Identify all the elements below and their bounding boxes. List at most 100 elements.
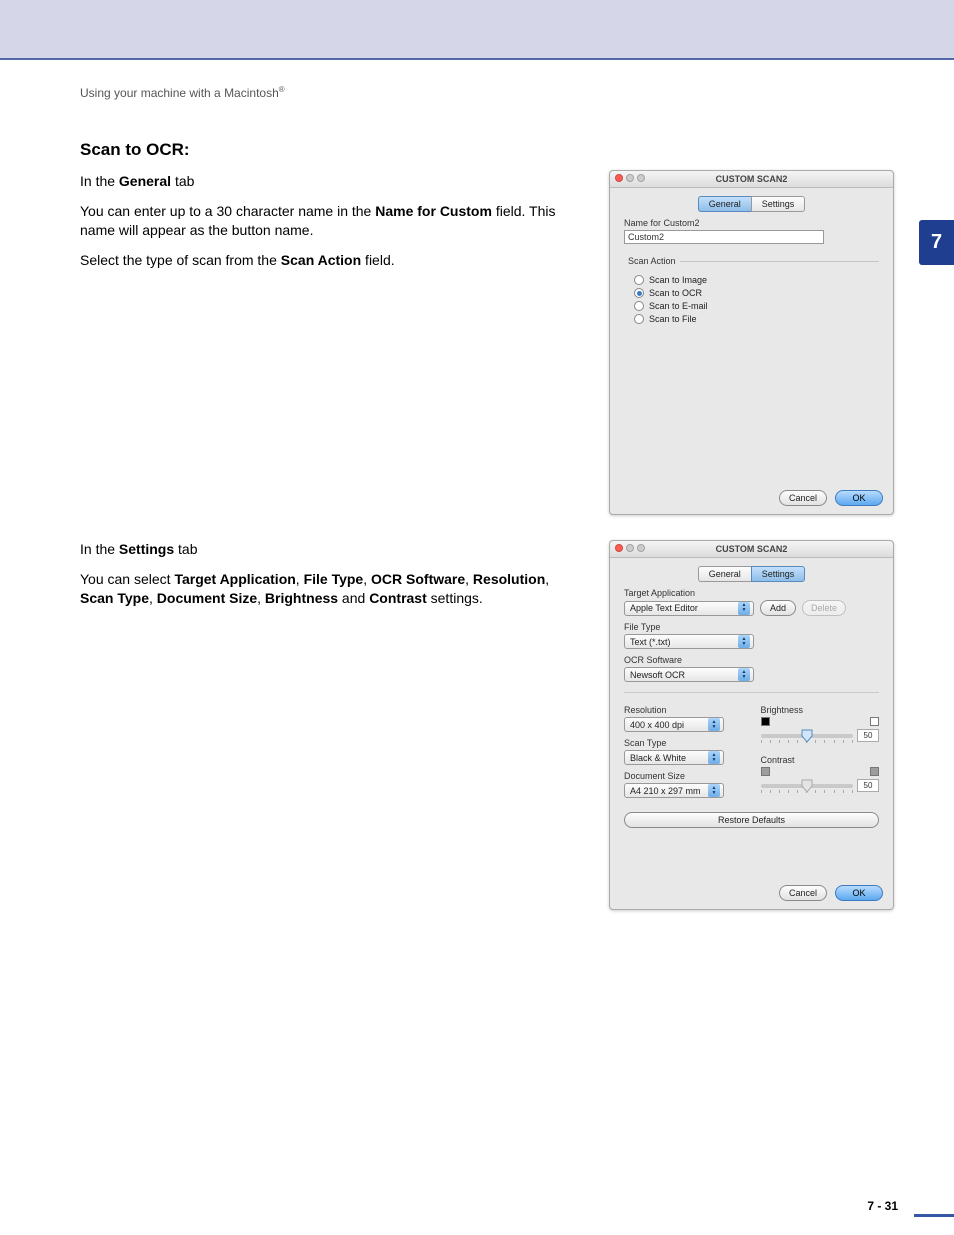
txt: , — [257, 590, 265, 606]
txt-bold: Settings — [119, 541, 174, 557]
para-settings-list: You can select Target Application, File … — [80, 570, 580, 609]
radio-icon — [634, 288, 644, 298]
page-number: 7 - 31 — [867, 1199, 898, 1213]
select-document-size[interactable]: A4 210 x 297 mm ▲▼ — [624, 783, 724, 798]
txt: You can enter up to a 30 character name … — [80, 203, 375, 219]
label-ocr-software: OCR Software — [624, 655, 879, 665]
tab-general[interactable]: General — [698, 196, 751, 212]
input-name-for-custom[interactable]: Custom2 — [624, 230, 824, 244]
txt: field. — [361, 252, 394, 268]
low-contrast-icon — [761, 767, 770, 776]
select-resolution[interactable]: 400 x 400 dpi ▲▼ — [624, 717, 724, 732]
minimize-icon — [626, 544, 634, 552]
txt: , — [545, 571, 549, 587]
select-value: A4 210 x 297 mm — [630, 786, 701, 796]
para-scan-action: Select the type of scan from the Scan Ac… — [80, 251, 580, 271]
txt: In the — [80, 541, 119, 557]
close-icon[interactable] — [615, 174, 623, 182]
tab-settings[interactable]: Settings — [751, 566, 806, 582]
bold: Contrast — [369, 590, 427, 606]
select-target-application[interactable]: Apple Text Editor ▲▼ — [624, 601, 754, 616]
label-document-size: Document Size — [624, 771, 743, 781]
button-row: Cancel OK — [779, 490, 883, 506]
ok-button[interactable]: OK — [835, 885, 883, 901]
txt: , — [363, 571, 371, 587]
tab-settings[interactable]: Settings — [751, 196, 806, 212]
zoom-icon — [637, 174, 645, 182]
running-header: Using your machine with a Macintosh® — [80, 85, 285, 100]
zoom-icon — [637, 544, 645, 552]
radio-label: Scan to File — [649, 314, 697, 324]
fieldset-scan-action: Scan Action Scan to Image Scan to OCR Sc… — [624, 256, 879, 327]
txt: Select the type of scan from the — [80, 252, 281, 268]
window-title: CUSTOM SCAN2 — [716, 544, 788, 554]
label-name-for-custom: Name for Custom2 — [624, 218, 879, 228]
txt: tab — [171, 173, 194, 189]
slider-thumb-icon — [801, 729, 813, 743]
dialog-custom-scan-settings: CUSTOM SCAN2 General Settings Target App… — [609, 540, 894, 910]
label-target-application: Target Application — [624, 588, 879, 598]
bold: Scan Type — [80, 590, 149, 606]
select-ocr-software[interactable]: Newsoft OCR ▲▼ — [624, 667, 754, 682]
footer-accent — [914, 1214, 954, 1217]
txt-bold: Scan Action — [281, 252, 361, 268]
select-scan-type[interactable]: Black & White ▲▼ — [624, 750, 724, 765]
window-title: CUSTOM SCAN2 — [716, 174, 788, 184]
updown-icon: ▲▼ — [708, 784, 720, 797]
close-icon[interactable] — [615, 544, 623, 552]
content-block-2: In the Settings tab You can select Targe… — [80, 540, 580, 619]
updown-icon: ▲▼ — [738, 602, 750, 615]
brightness-value[interactable]: 50 — [857, 729, 879, 742]
txt-bold: Name for Custom — [375, 203, 492, 219]
section-title: Scan to OCR: — [80, 140, 580, 160]
restore-defaults-button[interactable]: Restore Defaults — [624, 812, 879, 828]
running-header-text: Using your machine with a Macintosh — [80, 86, 279, 100]
radio-label: Scan to Image — [649, 275, 707, 285]
radio-icon — [634, 301, 644, 311]
radio-scan-to-ocr[interactable]: Scan to OCR — [634, 288, 879, 298]
txt: , — [149, 590, 157, 606]
label-resolution: Resolution — [624, 705, 743, 715]
legend-scan-action: Scan Action — [624, 256, 680, 266]
cancel-button[interactable]: Cancel — [779, 885, 827, 901]
para-name-for-custom: You can enter up to a 30 character name … — [80, 202, 580, 241]
bold: Brightness — [265, 590, 338, 606]
cancel-button[interactable]: Cancel — [779, 490, 827, 506]
radio-scan-to-file[interactable]: Scan to File — [634, 314, 879, 324]
radio-label: Scan to E-mail — [649, 301, 708, 311]
contrast-slider[interactable] — [761, 784, 854, 788]
delete-button: Delete — [802, 600, 846, 616]
add-button[interactable]: Add — [760, 600, 796, 616]
label-contrast: Contrast — [761, 755, 880, 765]
ok-button[interactable]: OK — [835, 490, 883, 506]
txt: You can select — [80, 571, 174, 587]
right-column: Brightness 50 C — [761, 699, 880, 798]
contrast-value[interactable]: 50 — [857, 779, 879, 792]
window-controls — [615, 174, 645, 182]
top-band — [0, 0, 954, 60]
label-file-type: File Type — [624, 622, 879, 632]
updown-icon: ▲▼ — [708, 718, 720, 731]
updown-icon: ▲▼ — [708, 751, 720, 764]
tab-general[interactable]: General — [698, 566, 751, 582]
button-row: Cancel OK — [779, 885, 883, 901]
select-file-type[interactable]: Text (*.txt) ▲▼ — [624, 634, 754, 649]
select-value: 400 x 400 dpi — [630, 720, 684, 730]
bold: File Type — [304, 571, 364, 587]
minimize-icon — [626, 174, 634, 182]
window-controls — [615, 544, 645, 552]
radio-scan-to-image[interactable]: Scan to Image — [634, 275, 879, 285]
select-value: Newsoft OCR — [630, 670, 685, 680]
divider — [624, 692, 879, 693]
titlebar: CUSTOM SCAN2 — [610, 541, 893, 558]
radio-scan-to-email[interactable]: Scan to E-mail — [634, 301, 879, 311]
label-brightness: Brightness — [761, 705, 880, 715]
para-settings-tab: In the Settings tab — [80, 540, 580, 560]
registered-symbol: ® — [279, 85, 285, 94]
bold: OCR Software — [371, 571, 465, 587]
brightness-slider[interactable] — [761, 734, 854, 738]
select-value: Black & White — [630, 753, 686, 763]
updown-icon: ▲▼ — [738, 668, 750, 681]
light-icon — [870, 717, 879, 726]
radio-icon — [634, 275, 644, 285]
